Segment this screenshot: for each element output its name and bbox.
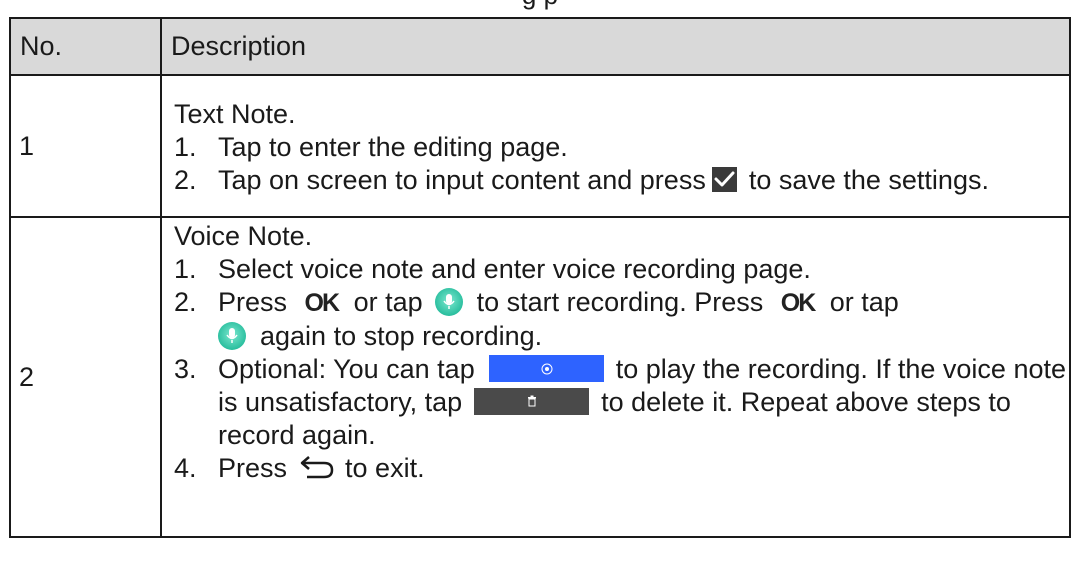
table-row: 2 Voice Note. 1. Select voice note and e… xyxy=(9,216,1071,538)
row-description: Text Note. 1. Tap to enter the editing p… xyxy=(160,74,1071,218)
row-description: Voice Note. 1. Select voice note and ent… xyxy=(160,216,1071,538)
section-caption-fragment: g p xyxy=(0,0,1080,8)
header-description: Description xyxy=(160,17,1071,76)
list-item: 3. Optional: You can tap to play the reco… xyxy=(174,354,1066,450)
table-row: 1 Text Note. 1. Tap to enter the editing… xyxy=(9,74,1071,218)
mic-icon xyxy=(218,321,246,350)
list-item: 4. Press to exit. xyxy=(174,453,425,483)
mic-icon xyxy=(434,287,463,316)
list-item: 2. Tap on screen to input content and pr… xyxy=(174,164,989,195)
delete-button-image xyxy=(474,388,590,416)
back-icon xyxy=(297,453,337,481)
row-number: 2 xyxy=(9,216,162,538)
ok-key-icon: OK xyxy=(780,289,816,317)
table-header-row: No. Description xyxy=(9,17,1071,76)
row-number: 1 xyxy=(9,74,162,218)
header-no: No. xyxy=(9,17,162,76)
play-button-image xyxy=(488,355,604,383)
row-title: Text Note. xyxy=(174,98,296,129)
list-item: 1. Select voice note and enter voice rec… xyxy=(174,254,811,284)
check-icon xyxy=(711,166,737,192)
list-item: 2. Press OK or tap to start recording. Pr… xyxy=(174,287,899,351)
notes-table: No. Description 1 Text Note. 1. Tap to e… xyxy=(9,17,1071,538)
row-title: Voice Note. xyxy=(174,221,313,251)
ok-key-icon: OK xyxy=(304,289,340,317)
list-item: 1. Tap to enter the editing page. xyxy=(174,131,568,162)
